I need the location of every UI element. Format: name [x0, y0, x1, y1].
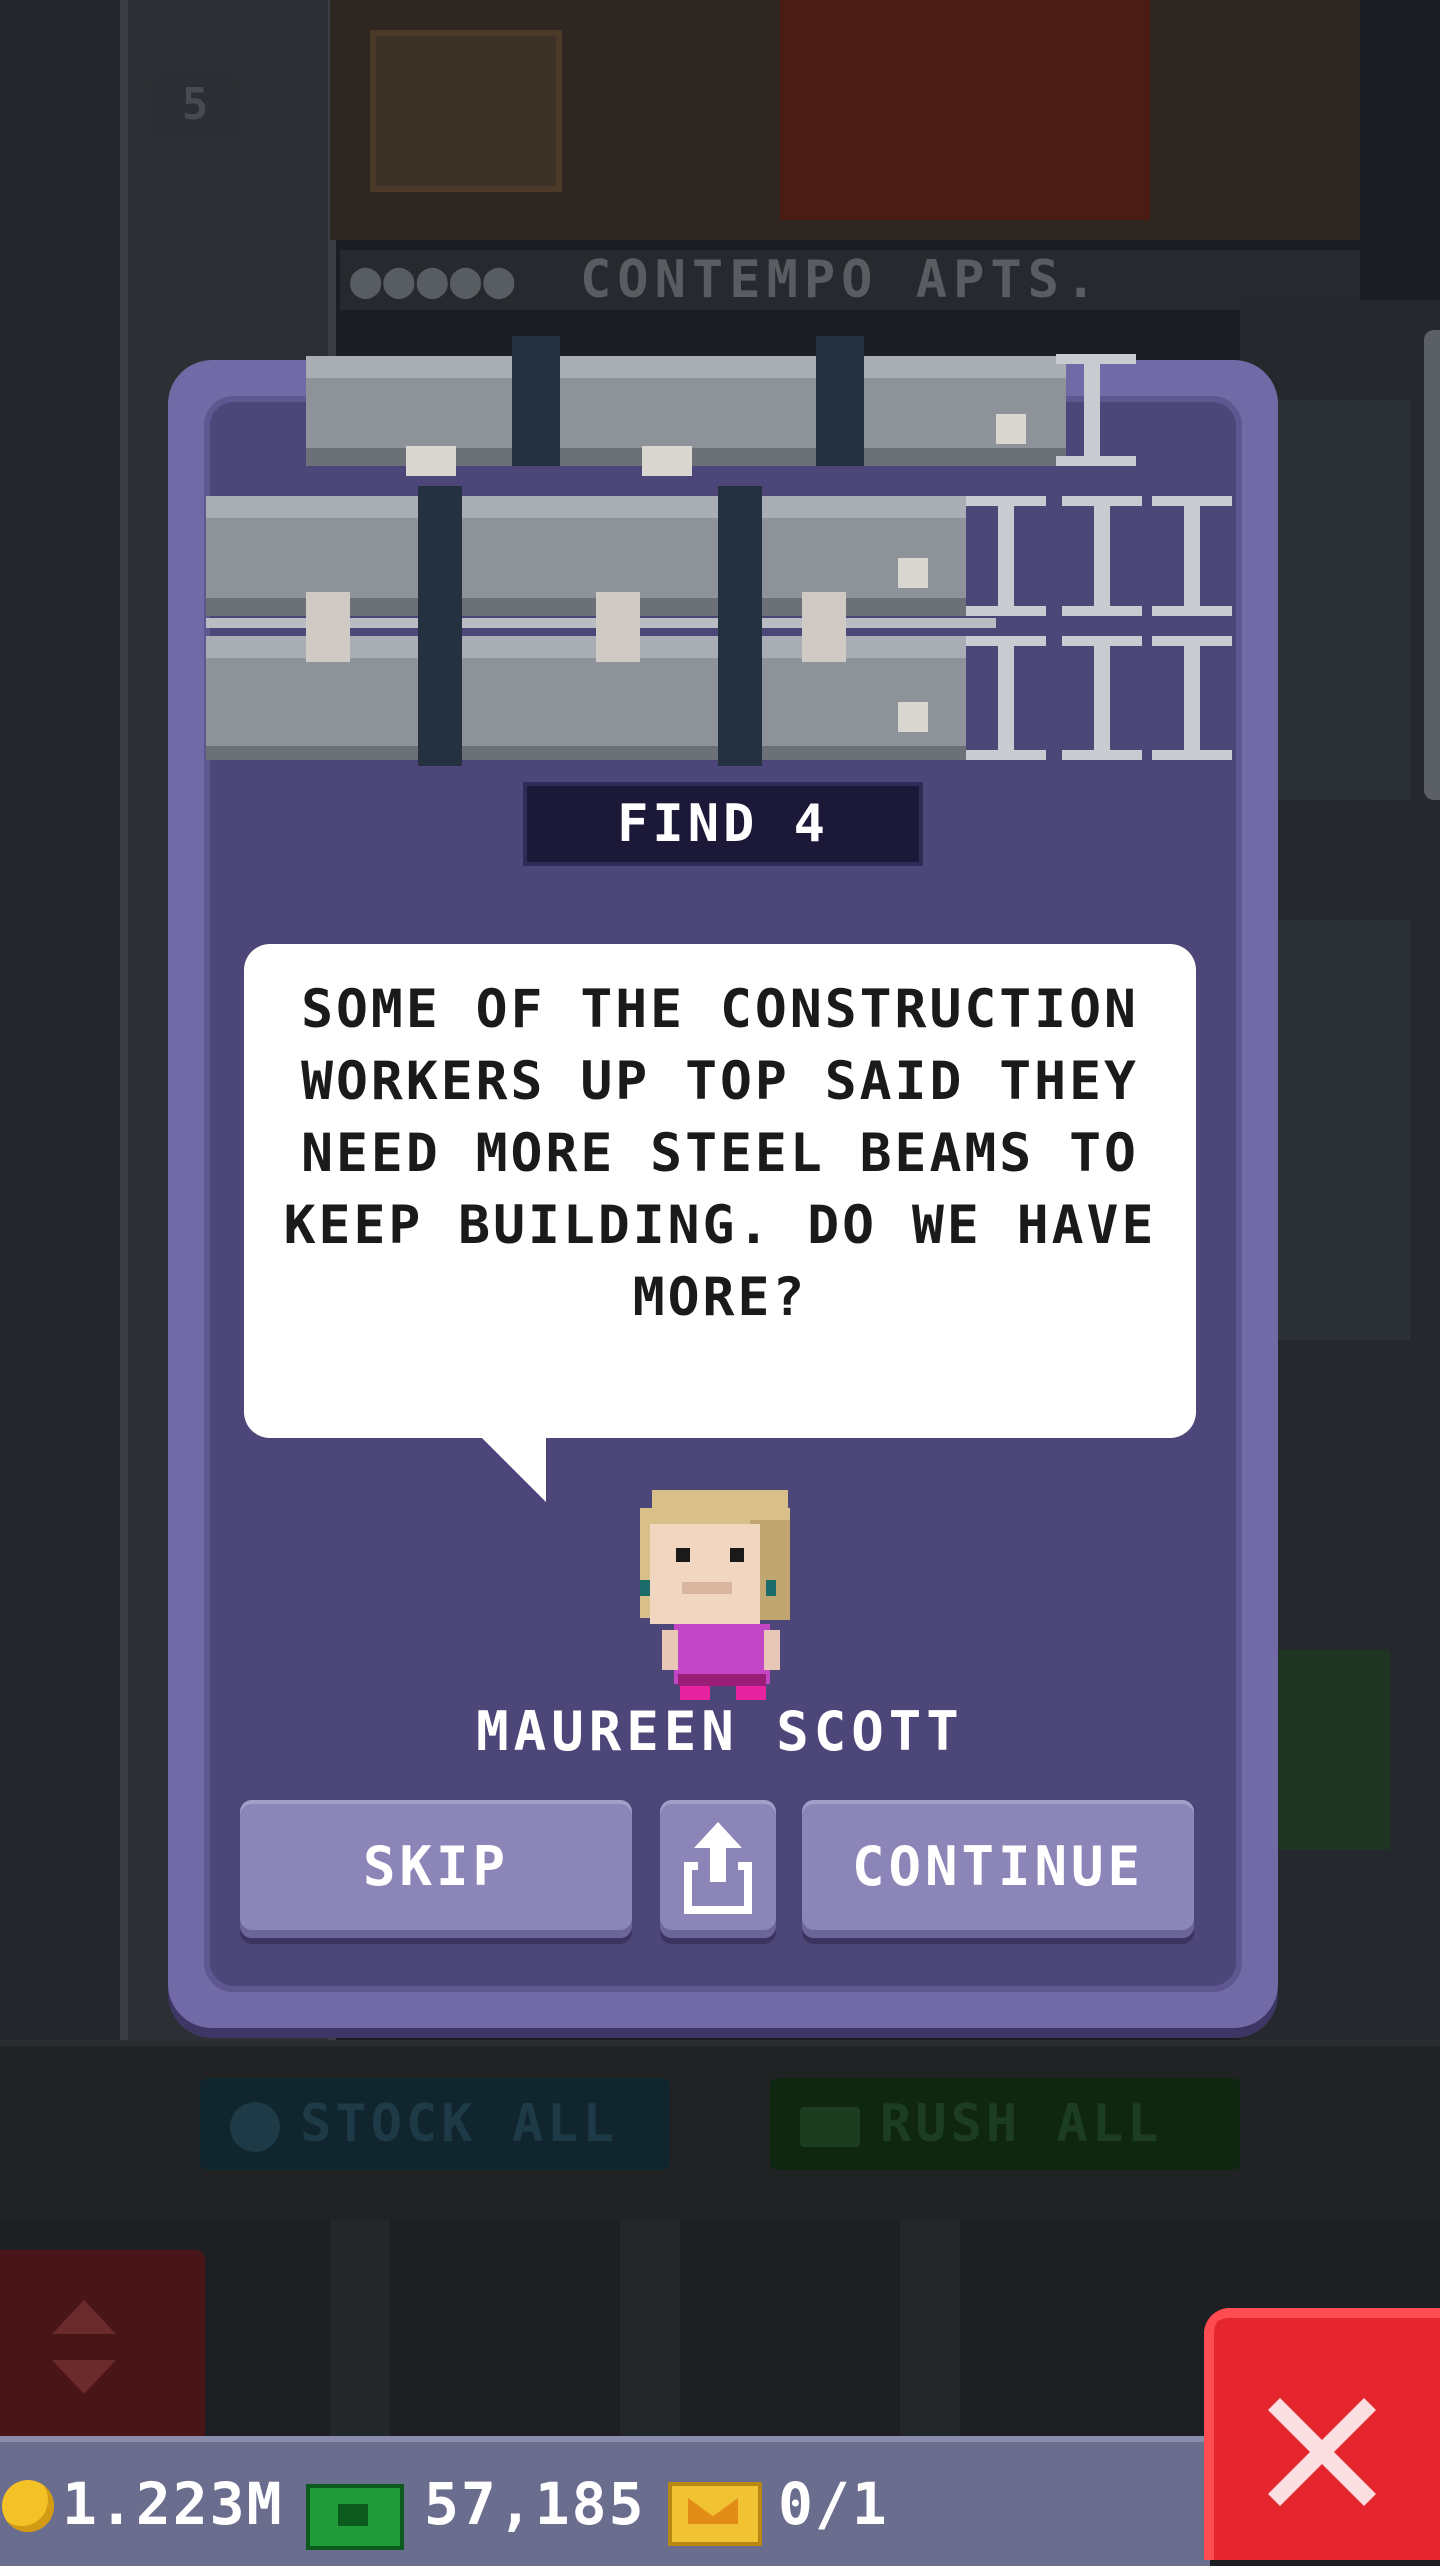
- floor-decor: [780, 0, 1150, 220]
- column: [620, 2220, 680, 2440]
- floor-sign: ●●●●● CONTEMPO APTS.: [340, 250, 1360, 310]
- arrow-up-icon: [52, 2300, 116, 2334]
- floor-residents-icon: ●●●●●: [350, 250, 517, 310]
- floor-name: CONTEMPO APTS.: [580, 250, 1103, 310]
- arrow-down-icon: [52, 2360, 116, 2394]
- tower-bux-icon: [668, 2482, 762, 2546]
- clock-icon: [230, 2102, 280, 2152]
- skip-button-label: SKIP: [362, 1835, 510, 1898]
- close-icon: [1268, 2398, 1376, 2506]
- coin-icon: [2, 2480, 54, 2532]
- column: [330, 2220, 390, 2440]
- side-panel: [1260, 920, 1410, 1340]
- continue-button[interactable]: CONTINUE: [802, 1800, 1194, 1938]
- speech-bubble-tail: [480, 1436, 546, 1502]
- floor-apartment: [330, 0, 1360, 240]
- side-panel: [1260, 400, 1410, 800]
- side-tab: [1424, 330, 1440, 800]
- side-decor: [1270, 1650, 1390, 1850]
- rush-all-button: RUSH ALL: [770, 2078, 1240, 2170]
- resource-bar: 1.223M 57,185 0/1: [0, 2436, 1210, 2566]
- rush-all-label: RUSH ALL: [880, 2094, 1163, 2154]
- continue-button-label: CONTINUE: [851, 1835, 1145, 1898]
- bux-value: 0/1: [778, 2470, 889, 2538]
- window: [370, 30, 562, 192]
- stock-all-label: STOCK ALL: [300, 2094, 618, 2154]
- cash-icon: [306, 2484, 404, 2550]
- share-button[interactable]: [660, 1800, 776, 1938]
- cash-value: 57,185: [424, 2470, 646, 2538]
- elevator-button: [0, 2250, 205, 2450]
- steel-beams-icon: [206, 336, 1232, 766]
- close-button[interactable]: [1204, 2308, 1440, 2560]
- character-avatar: [640, 1490, 790, 1700]
- floor-number: 5: [150, 75, 240, 135]
- column: [900, 2220, 960, 2440]
- mission-message: SOME OF THE CONSTRUCTION WORKERS UP TOP …: [283, 979, 1157, 1328]
- character-name: MAUREEN SCOTT: [476, 1700, 964, 1763]
- cash-icon: [800, 2107, 860, 2147]
- coins-value: 1.223M: [62, 2470, 284, 2538]
- share-icon: [684, 1822, 752, 1914]
- speech-bubble: SOME OF THE CONSTRUCTION WORKERS UP TOP …: [244, 944, 1196, 1438]
- skip-button[interactable]: SKIP: [240, 1800, 632, 1938]
- find-count-label: FIND 4: [523, 782, 923, 866]
- stock-all-button: STOCK ALL: [200, 2078, 670, 2170]
